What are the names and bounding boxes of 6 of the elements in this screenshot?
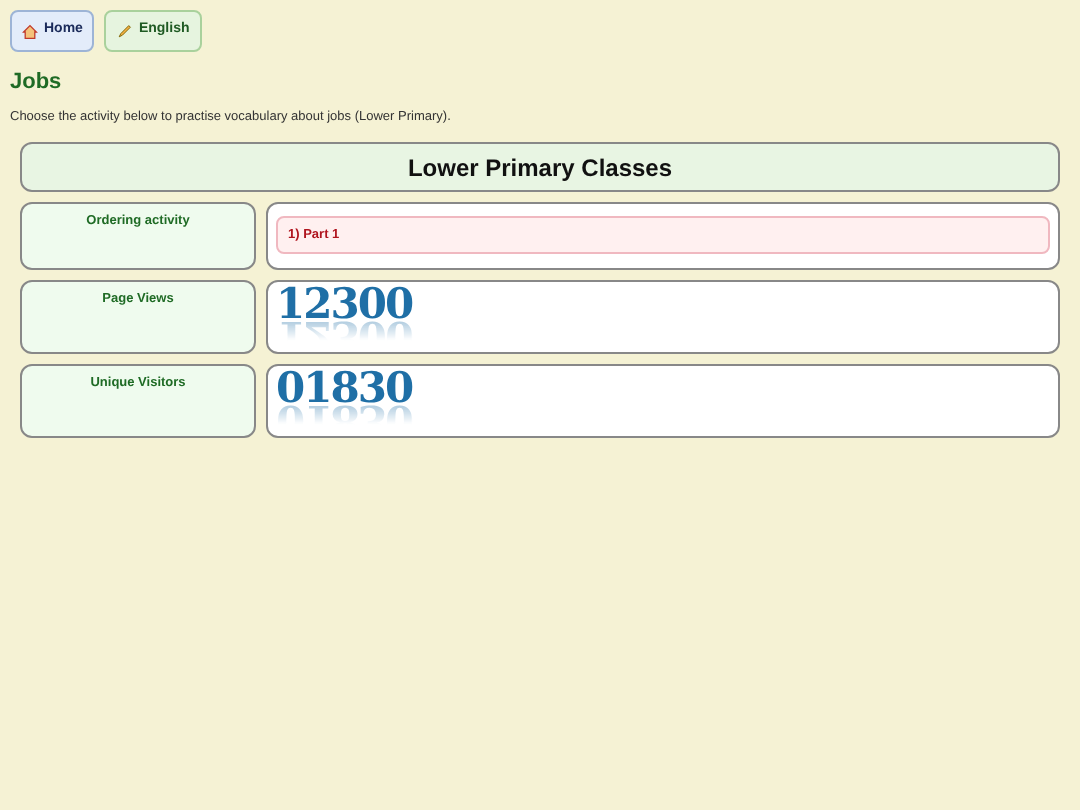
section-heading: Lower Primary Classes bbox=[407, 151, 673, 186]
visit-counter: 01830 bbox=[276, 368, 413, 409]
pencil-icon bbox=[116, 23, 133, 39]
house-icon bbox=[22, 23, 38, 39]
page-title: Jobs bbox=[10, 68, 64, 98]
visit-counter: 12300 bbox=[276, 284, 413, 325]
